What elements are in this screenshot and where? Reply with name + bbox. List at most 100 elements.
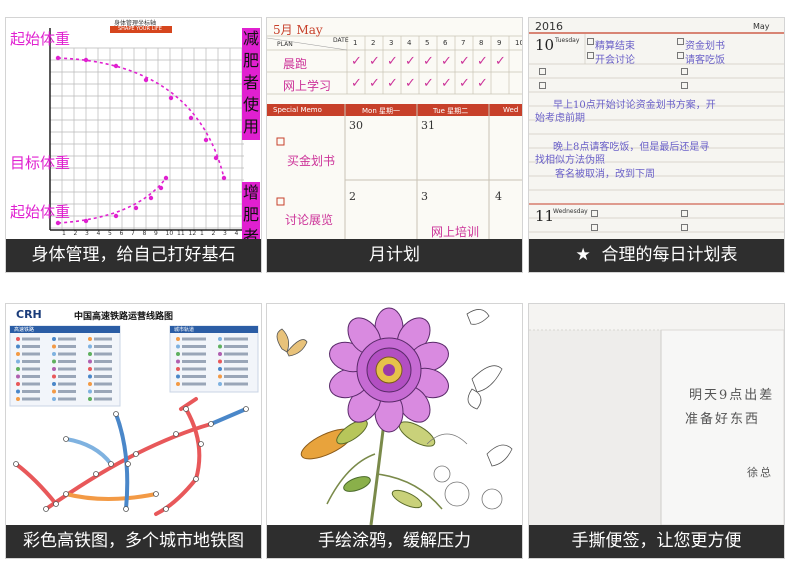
caption-monthly-plan: 月计划 (267, 239, 522, 272)
check-mark-icon: ✓ (459, 54, 470, 69)
caption-coloring: 手绘涂鸦，缓解压力 (267, 525, 522, 558)
check-mark-icon: ✓ (351, 76, 362, 91)
x-tick: 5 (108, 230, 112, 237)
x-tick: 10 (165, 230, 174, 237)
date-col: 7 (461, 39, 466, 47)
weight-chart-image: 身体管理坐标轴 SHAPE YOUR LIFE 起始体重 目标体重 起始体重 减… (6, 18, 261, 239)
date-col: 6 (443, 39, 448, 47)
task-4: 请客吃饭 (685, 55, 725, 66)
note-line-1: 明天9点出差 (689, 388, 775, 403)
date-col: 8 (479, 39, 484, 47)
x-tick: 4 (234, 230, 239, 237)
rail-map (6, 304, 261, 525)
caption-rail-map: 彩色高铁图，多个城市地铁图 (6, 525, 261, 558)
daily-note-5: 客名被取消，改到下周 (555, 169, 655, 180)
check-mark-icon: ✓ (369, 54, 380, 69)
coloring-image (267, 304, 522, 525)
checkbox-icon (681, 224, 688, 231)
check-mark-icon: ✓ (405, 76, 416, 91)
date-col: 2 (371, 39, 376, 47)
x-tick: 2 (73, 230, 78, 237)
caption-sticky-note: 手撕便签，让您更方便 (529, 525, 784, 558)
tile-sticky-note[interactable]: 明天9点出差 准备好东西 徐总 手撕便签，让您更方便 (528, 303, 785, 559)
checkbox-icon (681, 82, 688, 89)
x-tick: 7 (131, 230, 135, 237)
date-col: 4 (407, 39, 412, 47)
legend-left-title: 高速铁路 (14, 327, 35, 333)
memo-1: 买金划书 (287, 154, 336, 168)
checkbox-icon (681, 68, 688, 75)
monday-header: Mon 星期一 (362, 107, 400, 115)
target-weight-label: 目标体重 (10, 154, 71, 172)
caption-daily-plan-text: 合理的每日计划表 (601, 245, 738, 265)
tile-daily-plan[interactable]: 2016 May 10 Tuesday 精算结束 资金划书 开会讨论 请客吃饭 … (528, 17, 785, 273)
check-mark-icon: ✓ (387, 54, 398, 69)
checkbox-icon (677, 38, 684, 45)
plan-row-2: 网上学习 (283, 79, 332, 93)
date-col: 9 (497, 39, 502, 47)
x-tick: 1 (62, 230, 66, 237)
daily-note-2: 始考虑前期 (535, 113, 585, 124)
plan-label: PLAN (277, 41, 293, 48)
task-3: 开会讨论 (595, 55, 635, 66)
start-weight-label-top: 起始体重 (10, 30, 71, 48)
tile-monthly-plan[interactable]: 5月 May PLAN DATE 1 2 3 4 5 6 7 8 9 10 晨跑 网上学习 ✓ ✓ ✓… (266, 17, 523, 273)
date-label: DATE (333, 37, 349, 44)
star-icon: ★ (575, 245, 591, 265)
daily-planner-image: 2016 May 10 Tuesday 精算结束 资金划书 开会讨论 请客吃饭 … (529, 18, 784, 239)
check-mark-icon: ✓ (495, 54, 506, 69)
day-30: 30 (349, 119, 363, 132)
x-tick: 3 (85, 230, 89, 237)
task-2: 资金划书 (685, 41, 725, 52)
check-mark-icon: ✓ (351, 54, 362, 69)
caption-body-management: 身体管理，给自己打好基石 (6, 239, 261, 272)
daily-note-4: 找相似方法伪照 (535, 155, 605, 166)
memo-2: 讨论展览 (285, 213, 334, 227)
check-mark-icon: ✓ (423, 76, 434, 91)
x-tick: 3 (223, 230, 227, 237)
x-tick: 4 (96, 230, 101, 237)
special-memo-header: Special Memo (273, 106, 322, 114)
weekday-10: Tuesday (555, 37, 580, 44)
note-line-2: 准备好东西 (685, 412, 761, 427)
day-3: 3 (421, 190, 428, 203)
check-mark-icon: ✓ (441, 76, 452, 91)
date-col: 10 (515, 39, 522, 47)
check-mark-icon: ✓ (387, 76, 398, 91)
month-heading: 5月 May (273, 23, 323, 37)
check-mark-icon: ✓ (477, 54, 488, 69)
checkbox-icon (539, 82, 546, 89)
gain-weight-tag: 增肥者 (242, 182, 260, 239)
x-tick: 9 (154, 230, 158, 237)
check-mark-icon: ✓ (459, 76, 470, 91)
weekday-11: Wednesday (553, 208, 588, 215)
daily-month: May (753, 22, 770, 31)
checkbox-icon (677, 52, 684, 59)
check-mark-icon: ✓ (441, 54, 452, 69)
lose-weight-tag: 减肥者使用 (242, 28, 260, 140)
tile-coloring[interactable]: 手绘涂鸦，缓解压力 (266, 303, 523, 559)
crh-logo: CRH (16, 308, 42, 321)
sticky-note-image: 明天9点出差 准备好东西 徐总 (529, 304, 784, 525)
x-tick: 2 (211, 230, 216, 237)
day-4: 4 (495, 190, 502, 203)
x-tick: 6 (119, 230, 124, 237)
tile-rail-map[interactable]: CRH 中国高速铁路运营线路图 高速铁路 城市轨道 彩色高铁图，多个城市地铁图 (5, 303, 262, 559)
day-2: 2 (349, 190, 356, 203)
daily-grid (529, 18, 784, 239)
daily-year: 2016 (535, 20, 563, 33)
checkbox-icon (681, 210, 688, 217)
x-tick: 8 (142, 230, 147, 237)
checkbox-icon (591, 210, 598, 217)
checkbox-icon (587, 52, 594, 59)
tuesday-header: Tue 星期二 (433, 107, 469, 115)
daily-day-10: 10 (535, 36, 555, 54)
x-tick: 11 (177, 230, 185, 237)
tile-body-management[interactable]: 身体管理坐标轴 SHAPE YOUR LIFE 起始体重 目标体重 起始体重 减… (5, 17, 262, 273)
check-mark-icon: ✓ (477, 76, 488, 91)
rail-map-image: CRH 中国高速铁路运营线路图 高速铁路 城市轨道 (6, 304, 261, 525)
daily-day-11: 11 (535, 207, 555, 225)
monthly-grid (267, 18, 522, 239)
date-col: 3 (389, 39, 394, 47)
day-31: 31 (421, 119, 435, 132)
